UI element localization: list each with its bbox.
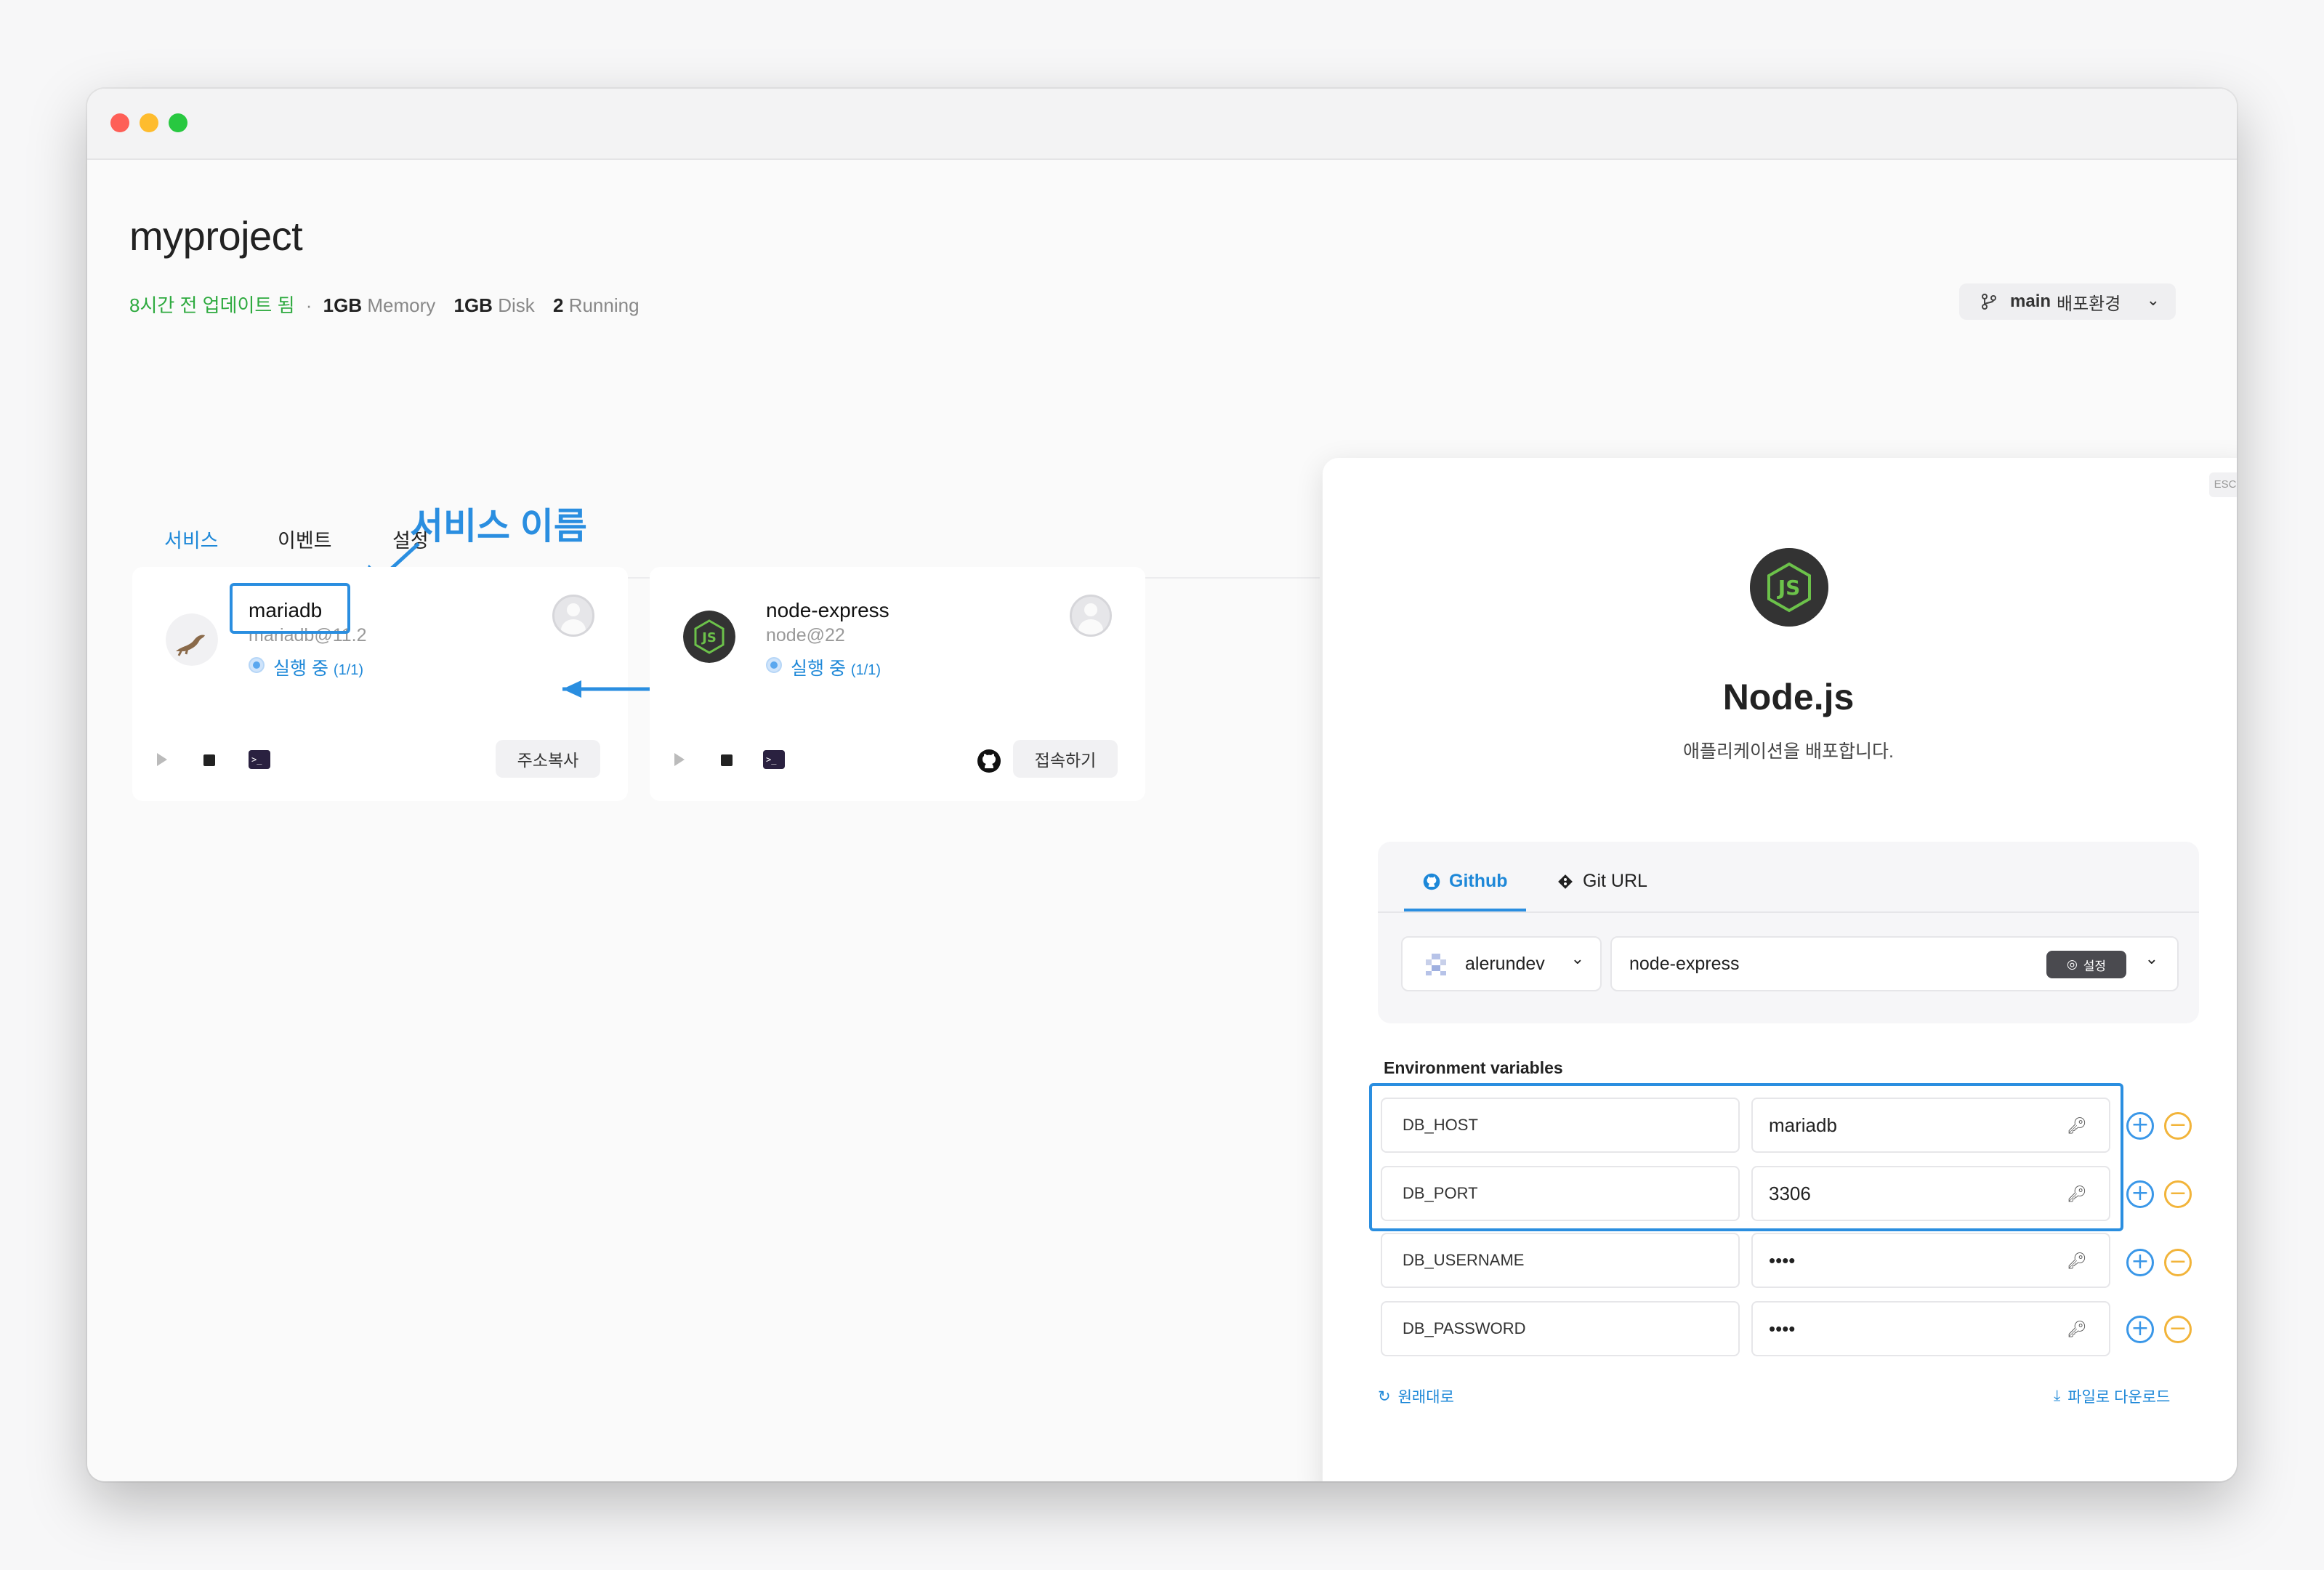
add-variable-button[interactable]: + — [2126, 1112, 2154, 1140]
tab-events[interactable]: 이벤트 — [278, 525, 332, 553]
repository-settings-button[interactable]: ◎ 설정 — [2046, 951, 2126, 978]
terminal-icon[interactable]: >_ — [249, 750, 270, 769]
mariadb-seal-icon — [166, 613, 218, 666]
repository-name: node-express — [1629, 953, 1740, 974]
remove-variable-button[interactable]: − — [2164, 1112, 2192, 1140]
env-key-field[interactable]: DB_USERNAME — [1381, 1233, 1740, 1288]
download-label: 파일로 다운로드 — [2067, 1389, 2171, 1406]
memory-value: 1GB — [323, 294, 363, 316]
svg-text:JS: JS — [1777, 576, 1801, 600]
modal-title: Node.js — [1722, 677, 1855, 717]
branch-label: 배포환경 — [2057, 294, 2121, 314]
remove-variable-button[interactable]: − — [2164, 1249, 2192, 1276]
esc-button[interactable]: ESC — [2209, 472, 2237, 497]
avatar — [1423, 951, 1449, 977]
settings-icon: ◎ — [2066, 957, 2078, 971]
add-variable-button[interactable]: + — [2126, 1316, 2154, 1343]
service-name: node-express — [766, 599, 889, 621]
download-file-button[interactable]: ⤓ 파일로 다운로드 — [2054, 1385, 2170, 1407]
avatar — [552, 595, 594, 637]
status-text: 실행 중 — [273, 659, 328, 679]
branch-name: main — [2010, 291, 2051, 311]
download-icon: ⤓ — [2054, 1388, 2061, 1404]
meta-separator: · — [305, 294, 312, 316]
key-icon[interactable]: 🔑︎ — [2067, 1252, 2087, 1271]
settings-badge-label: 설정 — [2083, 959, 2107, 973]
tab-services[interactable]: 서비스 — [164, 525, 219, 553]
add-variable-button[interactable]: + — [2126, 1249, 2154, 1276]
annotation-label: 서비스 이름 — [410, 506, 587, 547]
service-version: node@22 — [766, 625, 845, 645]
disk-value: 1GB — [453, 294, 493, 316]
chevron-down-icon: ⌄ — [2145, 949, 2158, 967]
title-bar — [87, 89, 2237, 160]
add-variable-button[interactable]: + — [2126, 1180, 2154, 1208]
play-icon[interactable] — [157, 753, 167, 766]
memory-label: Memory — [367, 294, 436, 316]
service-card-mariadb[interactable]: mariadb mariadb@11.2 실행 중 (1/1) >_ 주소복사 — [132, 567, 628, 801]
key-icon[interactable]: 🔑︎ — [2067, 1320, 2087, 1339]
updated-time: 8시간 전 업데이트 됨 — [129, 294, 295, 316]
maximize-window-button[interactable] — [169, 113, 187, 132]
nodejs-icon: JS — [683, 611, 735, 663]
env-value-text: •••• — [1769, 1249, 1796, 1271]
running-status-icon — [766, 657, 782, 673]
copy-address-button[interactable]: 주소복사 — [496, 740, 600, 778]
status-count: (1/1) — [333, 662, 364, 678]
disk-label: Disk — [498, 294, 535, 316]
app-window: myproject 8시간 전 업데이트 됨 · 1GB Memory 1GB … — [87, 89, 2237, 1481]
chevron-down-icon: ⌄ — [1570, 949, 1584, 967]
tab-github[interactable]: Github — [1423, 871, 1508, 892]
project-title: myproject — [129, 213, 303, 259]
minimize-window-button[interactable] — [140, 113, 158, 132]
connect-button[interactable]: 접속하기 — [1013, 740, 1118, 778]
stop-icon[interactable] — [203, 754, 215, 766]
close-window-button[interactable] — [110, 113, 129, 132]
play-icon[interactable] — [674, 753, 685, 766]
service-status: 실행 중 (1/1) — [791, 654, 881, 680]
nodejs-icon: JS — [1750, 548, 1828, 627]
account-name: alerundev — [1465, 953, 1545, 974]
repository-panel: Github Git URL alerundev ⌄ node-express … — [1378, 842, 2199, 1023]
tab-git-url-label: Git URL — [1583, 871, 1647, 891]
git-icon — [1558, 874, 1573, 889]
remove-variable-button[interactable]: − — [2164, 1316, 2192, 1343]
service-card-node-express[interactable]: JS node-express node@22 실행 중 (1/1) >_ 접속… — [650, 567, 1145, 801]
avatar — [1070, 595, 1112, 637]
service-status: 실행 중 (1/1) — [273, 654, 363, 680]
deploy-modal: ESC JS Node.js 애플리케이션을 배포합니다. Github Git… — [1323, 458, 2237, 1481]
github-icon — [1423, 873, 1440, 890]
stop-icon[interactable] — [721, 754, 733, 766]
status-count: (1/1) — [850, 662, 881, 678]
env-variables-highlight — [1369, 1083, 2123, 1231]
running-value: 2 — [552, 294, 564, 316]
repository-select[interactable]: node-express ◎ 설정 ⌄ — [1610, 936, 2179, 991]
svg-text:JS: JS — [701, 630, 717, 645]
remove-variable-button[interactable]: − — [2164, 1180, 2192, 1208]
active-source-tab-indicator — [1404, 909, 1526, 911]
modal-subtitle: 애플리케이션을 배포합니다. — [1683, 741, 1894, 762]
chevron-down-icon: ⌄ — [2146, 291, 2160, 309]
tab-git-url[interactable]: Git URL — [1557, 871, 1647, 892]
running-status-icon — [249, 657, 265, 673]
project-meta: 8시간 전 업데이트 됨 · 1GB Memory 1GB Disk 2 Run… — [129, 291, 639, 318]
source-tabs-divider — [1378, 911, 2199, 913]
env-value-field[interactable]: •••• 🔑︎ — [1751, 1233, 2110, 1288]
env-value-text: •••• — [1769, 1317, 1796, 1340]
tab-github-label: Github — [1449, 871, 1508, 891]
branch-selector[interactable]: main 배포환경 ⌄ — [1959, 283, 2176, 320]
env-variables-title: Environment variables — [1384, 1058, 1563, 1077]
git-branch-icon — [1982, 294, 1996, 310]
service-name-highlight — [230, 583, 350, 634]
env-key-field[interactable]: DB_PASSWORD — [1381, 1301, 1740, 1356]
status-text: 실행 중 — [791, 659, 846, 679]
env-value-field[interactable]: •••• 🔑︎ — [1751, 1301, 2110, 1356]
running-label: Running — [568, 294, 639, 316]
account-select[interactable]: alerundev ⌄ — [1401, 936, 1602, 991]
reset-button[interactable]: ↻ 원래대로 — [1378, 1385, 1454, 1407]
terminal-icon[interactable]: >_ — [763, 750, 785, 769]
refresh-icon: ↻ — [1378, 1388, 1391, 1405]
reset-label: 원래대로 — [1397, 1389, 1454, 1406]
github-icon[interactable] — [977, 749, 1001, 773]
